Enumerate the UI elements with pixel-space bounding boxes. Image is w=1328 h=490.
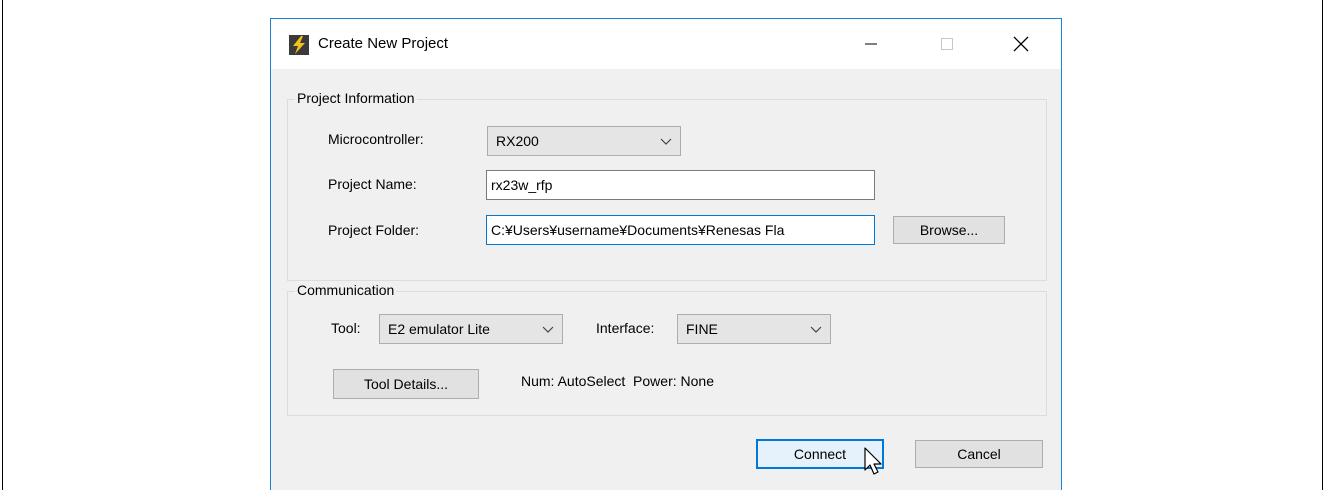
cancel-button[interactable]: Cancel	[915, 440, 1043, 468]
microcontroller-label: Microcontroller:	[328, 131, 424, 147]
tool-details-button[interactable]: Tool Details...	[333, 369, 479, 399]
chevron-down-icon	[810, 326, 822, 333]
browse-button[interactable]: Browse...	[893, 216, 1005, 244]
project-name-label: Project Name:	[328, 176, 417, 192]
microcontroller-select[interactable]: RX200	[487, 126, 681, 156]
tool-select[interactable]: E2 emulator Lite	[379, 314, 563, 344]
project-folder-value: C:¥Users¥username¥Documents¥Renesas Fla	[491, 222, 785, 238]
document-frame-right	[1322, 0, 1323, 490]
tool-label: Tool:	[331, 320, 361, 336]
interface-value: FINE	[686, 321, 718, 337]
minimize-icon	[865, 43, 877, 45]
app-icon	[289, 35, 309, 55]
close-button[interactable]	[999, 25, 1043, 63]
minimize-button[interactable]	[849, 25, 893, 63]
project-name-value: rx23w_rfp	[491, 177, 553, 193]
chevron-down-icon	[542, 326, 554, 333]
close-icon	[1013, 36, 1029, 52]
tool-details-button-label: Tool Details...	[363, 376, 449, 392]
interface-label: Interface:	[596, 320, 655, 336]
project-name-input[interactable]: rx23w_rfp	[486, 170, 875, 200]
create-new-project-dialog: Create New Project Project Information M…	[270, 18, 1062, 490]
mouse-pointer-icon	[864, 447, 882, 475]
document-frame-left	[2, 0, 3, 490]
title-bar[interactable]: Create New Project	[271, 19, 1061, 69]
connection-status-text: Num: AutoSelect Power: None	[521, 373, 714, 389]
connect-button-label: Connect	[793, 446, 847, 462]
project-folder-label: Project Folder:	[328, 222, 420, 238]
interface-select[interactable]: FINE	[677, 314, 831, 344]
window-title: Create New Project	[318, 35, 449, 52]
microcontroller-value: RX200	[496, 133, 539, 149]
communication-group-label: Communication	[295, 282, 397, 298]
maximize-button[interactable]	[925, 25, 969, 63]
chevron-down-icon	[660, 138, 672, 145]
project-folder-input[interactable]: C:¥Users¥username¥Documents¥Renesas Fla	[486, 215, 875, 245]
project-information-group-label: Project Information	[295, 90, 417, 106]
maximize-icon	[941, 38, 953, 50]
browse-button-label: Browse...	[919, 222, 979, 238]
cancel-button-label: Cancel	[957, 446, 1001, 462]
tool-value: E2 emulator Lite	[388, 321, 490, 337]
